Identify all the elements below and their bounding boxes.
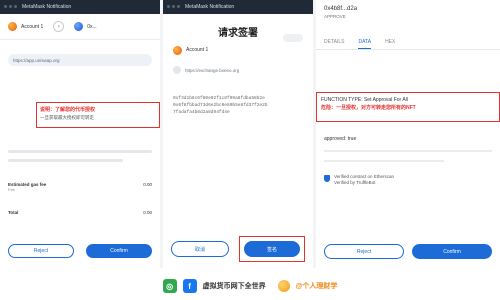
wechat-icon: ◎ [162,279,177,293]
tab-details[interactable]: DETAILS [324,39,344,49]
contract-address[interactable]: 0x4b8f...d2a [316,0,500,12]
recipient-avatar-icon [74,22,84,31]
signer-account: Account 1 [163,43,313,57]
left-confirmation-panel: MetaMask Notification Account 1 › 0x... … [0,0,160,268]
approval-details-panel: 0x4b8f...d2a APPROVE DETAILS DATA HEX FU… [316,0,500,268]
hash-line: 0xf3d1b8c6f60e02f1c8f09a8fdba58b2e [173,96,265,101]
confirm-button[interactable]: Confirm [412,244,492,259]
origin-chip: https://app.uniswap.org [8,54,152,66]
hash-line: 0x6f8fbbad73d6e2bc0e80b5e8fd37f2e2b [173,103,268,108]
right-button-row: Reject Confirm [324,244,492,259]
total-value: 0.00 [143,210,152,215]
sign-button[interactable]: 签名 [244,241,300,257]
fee-row: Estimated gas fee Fee 0.00 [8,182,152,192]
verification-info: Verified contract on Etherscan Verified … [324,174,394,186]
verified-line-2: Verified by TruffleBot [334,180,376,185]
footer-text-1: 虚拟货币网下全世界 [202,283,266,290]
signature-request-panel: MetaMask Notification 请求签署 Account 1 htt… [163,0,313,268]
mid-titlebar: MetaMask Notification [163,0,313,14]
function-type: FUNCTION TYPE: Set Approval For All [321,97,408,103]
coin-icon [277,280,290,292]
cancel-button[interactable]: 取消 [171,241,229,257]
tab-data[interactable]: DATA [358,39,372,49]
fee-sublabel: Fee [8,187,15,192]
screenshot-stage: MetaMask Notification Account 1 › 0x... … [0,0,500,300]
total-label: Total [8,210,19,215]
network-pill[interactable] [283,34,303,42]
divider [324,150,492,152]
left-titlebar-text: MetaMask Notification [22,4,72,10]
placeholder-lines [8,150,152,168]
footer-watermark: ◎ f 虚拟货币网下全世界 @个人理财学 [0,272,500,300]
left-titlebar: MetaMask Notification [0,0,160,14]
tab-hex[interactable]: HEX [385,39,395,49]
facebook-icon: f [182,279,197,293]
window-controls[interactable] [167,5,180,8]
action-label: APPROVE [324,14,346,19]
footer-text-2: @个人理财学 [295,283,338,290]
warning-line-1: 说明：了解您的代币授权 [40,107,96,113]
account-avatar-icon [173,45,182,55]
details-tabs: DETAILS DATA HEX [316,21,500,50]
shield-icon [324,175,330,182]
warning-annotation-left: 说明：了解您的代币授权 一旦获取最大授权即可转走 [36,102,160,128]
left-button-row: Reject Confirm [8,244,152,258]
signer-account-name[interactable]: Account 1 [186,47,208,53]
to-account[interactable]: 0x... [87,24,96,30]
divider [324,160,444,162]
mid-button-row: 取消 签名 [171,236,305,262]
danger-note: 危险：一旦授权，对方可转走您所有的NFT [321,105,416,111]
function-warning-box: FUNCTION TYPE: Set Approval For All 危险：一… [316,92,500,122]
account-transfer-row: Account 1 › 0x... [0,14,160,40]
origin-url: https://exchange.bxeeo.org [185,67,240,73]
sign-button-highlight: 签名 [239,236,305,262]
window-controls[interactable] [4,5,17,8]
reject-button[interactable]: Reject [8,244,74,258]
fee-value: 0.00 [143,182,152,187]
message-hash: 0xf3d1b8c6f60e02f1c8f09a8fdba58b2e 0x6f8… [163,95,313,116]
approved-param: approved: true [324,136,357,142]
reject-button[interactable]: Reject [324,244,404,259]
mid-titlebar-text: MetaMask Notification [185,4,235,10]
from-account[interactable]: Account 1 [21,24,43,30]
warning-line-2: 一旦获取最大授权即可转走 [40,115,94,120]
hash-line: 7fadafa4b8d2a8d94fd4e [173,110,230,115]
site-icon [173,66,181,74]
arrow-right-icon: › [53,21,65,32]
account-avatar-icon [8,22,17,31]
total-row: Total 0.00 [8,210,152,215]
request-origin: https://exchange.bxeeo.org [163,63,313,77]
confirm-button[interactable]: Confirm [86,244,152,258]
